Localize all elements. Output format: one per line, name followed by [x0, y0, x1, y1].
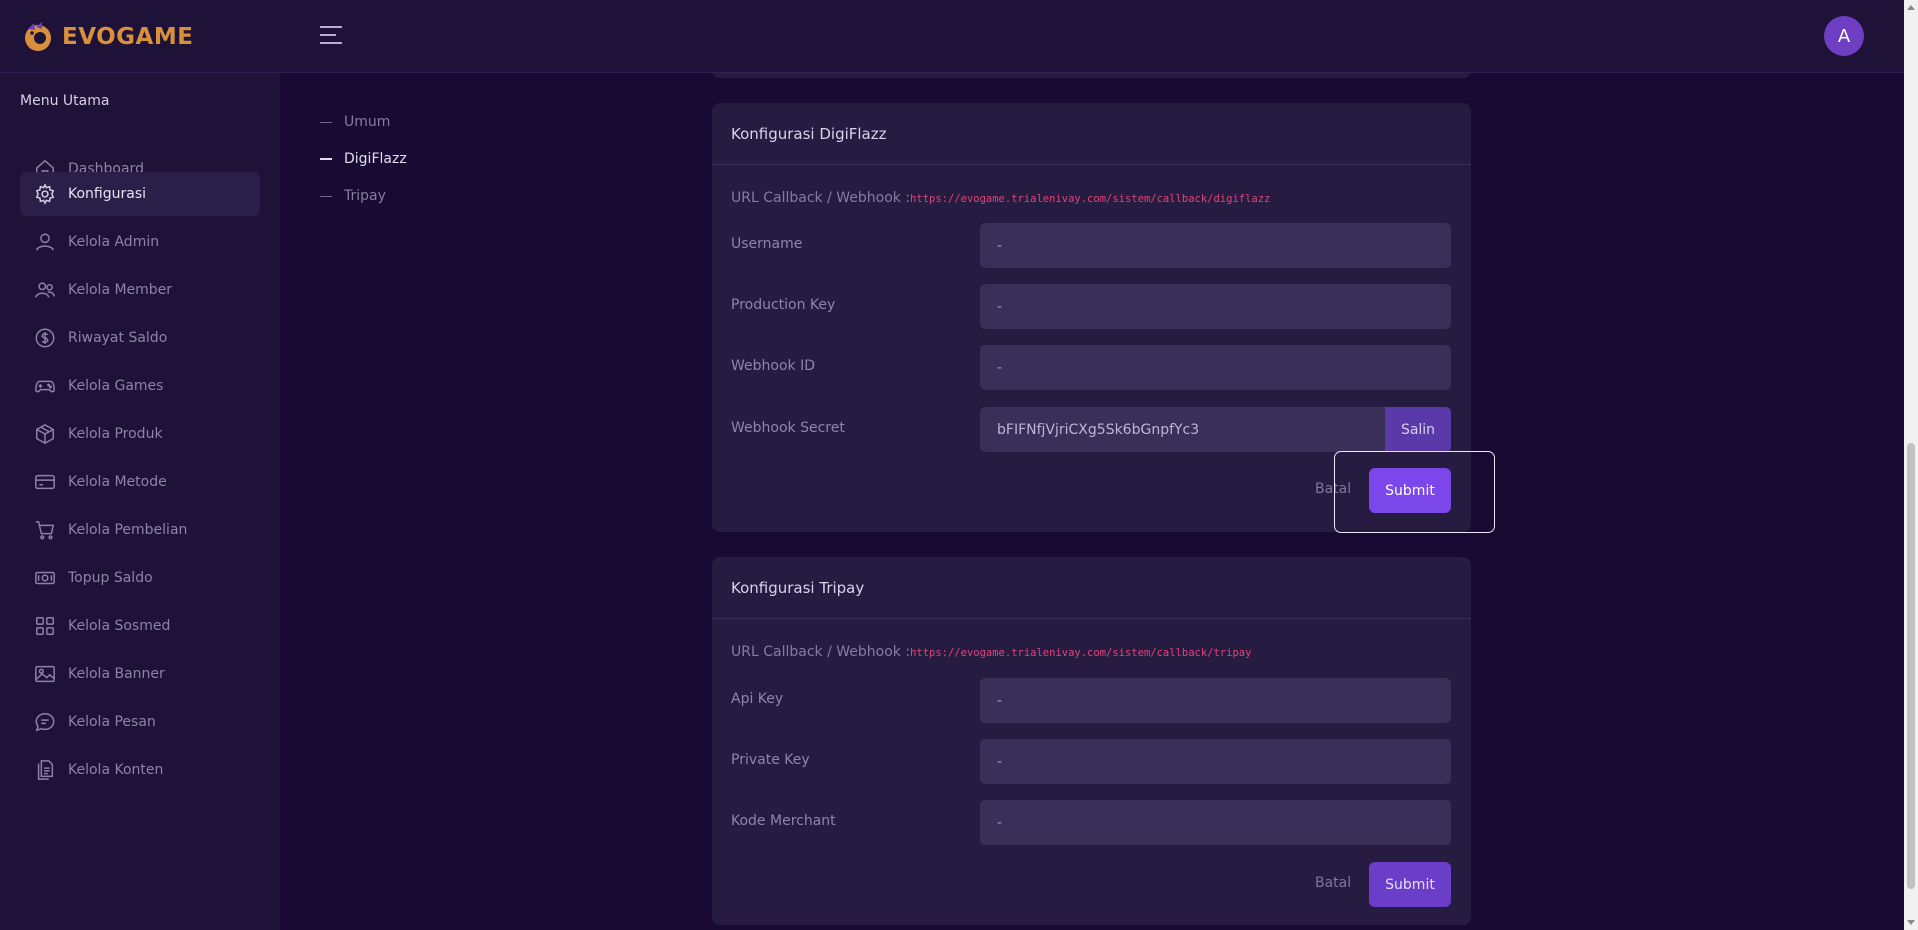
- form-row-api-key: Api Key: [731, 678, 1452, 723]
- webhook-id-input[interactable]: [980, 345, 1451, 390]
- anchor-link-digiflazz[interactable]: DigiFlazz: [320, 149, 407, 169]
- sidebar-item-kelola-pembelian[interactable]: Kelola Pembelian: [20, 508, 260, 552]
- sidebar-item-label: Konfigurasi: [68, 186, 147, 202]
- field-label: Username: [731, 236, 803, 252]
- digiflazz-config-card: Konfigurasi DigiFlazz URL Callback / Web…: [712, 103, 1471, 532]
- field-label: Private Key: [731, 752, 810, 768]
- field-label: Kode Merchant: [731, 813, 836, 829]
- field-label: Webhook ID: [731, 358, 815, 374]
- callback-url[interactable]: https://evogame.trialenivay.com/sistem/c…: [910, 193, 1270, 205]
- sidebar-item-konfigurasi[interactable]: Konfigurasi: [20, 172, 260, 216]
- sidebar-item-label: Topup Saldo: [68, 570, 153, 586]
- api-key-input[interactable]: [980, 678, 1451, 723]
- sidebar-item-topup-saldo[interactable]: Topup Saldo: [20, 556, 260, 600]
- sidebar-item-label: Kelola Metode: [68, 474, 167, 490]
- credit-card-icon: [34, 471, 56, 493]
- production-key-input[interactable]: [980, 284, 1451, 329]
- anchor-label: DigiFlazz: [344, 151, 407, 167]
- sidebar-item-kelola-konten[interactable]: Kelola Konten: [20, 748, 260, 792]
- field-label: Api Key: [731, 691, 784, 707]
- username-input[interactable]: [980, 223, 1451, 268]
- scroll-thumb[interactable]: [1907, 443, 1915, 889]
- tripay-config-card: Konfigurasi Tripay URL Callback / Webhoo…: [712, 557, 1471, 925]
- anchor-link-tripay[interactable]: Tripay: [320, 186, 386, 206]
- avatar[interactable]: A: [1824, 16, 1864, 56]
- sidebar-item-kelola-games[interactable]: Kelola Games: [20, 364, 260, 408]
- sidebar-item-kelola-admin[interactable]: Kelola Admin: [20, 220, 260, 264]
- page-scrollbar[interactable]: [1904, 0, 1918, 930]
- callback-url-row: URL Callback / Webhook :https://evogame.…: [731, 190, 1452, 206]
- dollar-circle-icon: [34, 327, 56, 349]
- url-label: URL Callback / Webhook :: [731, 644, 911, 660]
- webhook-secret-input[interactable]: [980, 407, 1385, 452]
- gamepad-icon: [34, 375, 56, 397]
- document-icon: [34, 759, 56, 781]
- sidebar-item-label: Kelola Pembelian: [68, 522, 188, 538]
- anchor-link-umum[interactable]: Umum: [320, 112, 390, 132]
- grid-icon: [34, 615, 56, 637]
- money-icon: [34, 567, 56, 589]
- cart-icon: [34, 519, 56, 541]
- callback-url[interactable]: https://evogame.trialenivay.com/sistem/c…: [910, 647, 1251, 659]
- sidebar-item-riwayat-saldo[interactable]: Riwayat Saldo: [20, 316, 260, 360]
- anchor-label: Tripay: [344, 188, 386, 204]
- form-row-webhook-secret: Webhook Secret Salin: [731, 407, 1452, 452]
- sidebar-item-kelola-member[interactable]: Kelola Member: [20, 268, 260, 312]
- sidebar-item-label: Kelola Produk: [68, 426, 163, 442]
- sidebar-item-kelola-metode[interactable]: Kelola Metode: [20, 460, 260, 504]
- form-row-private-key: Private Key: [731, 739, 1452, 784]
- sidebar-item-label: Kelola Games: [68, 378, 164, 394]
- sidebar-item-label: Kelola Member: [68, 282, 173, 298]
- sidebar-item-label: Kelola Pesan: [68, 714, 156, 730]
- sidebar-item-kelola-banner[interactable]: Kelola Banner: [20, 652, 260, 696]
- image-icon: [34, 663, 56, 685]
- cancel-button[interactable]: Batal: [1315, 481, 1351, 497]
- sidebar-item-label: Riwayat Saldo: [68, 330, 168, 346]
- brand-name: EVOGAME: [62, 24, 194, 50]
- sidebar-item-label: Kelola Admin: [68, 234, 160, 250]
- copy-button[interactable]: Salin: [1385, 407, 1451, 452]
- top-bar: EVOGAME A: [0, 0, 1904, 73]
- box-icon: [34, 423, 56, 445]
- sidebar-item-kelola-pesan[interactable]: Kelola Pesan: [20, 700, 260, 744]
- card-title: Konfigurasi Tripay: [712, 557, 1471, 619]
- users-icon: [34, 279, 56, 301]
- kode-merchant-input[interactable]: [980, 800, 1451, 845]
- field-label: Webhook Secret: [731, 420, 845, 436]
- dragon-logo-icon: [25, 22, 51, 51]
- sidebar-item-label: Kelola Sosmed: [68, 618, 171, 634]
- user-icon: [34, 231, 56, 253]
- cancel-button[interactable]: Batal: [1315, 875, 1351, 891]
- gear-icon: [34, 183, 56, 205]
- sidebar-item-kelola-produk[interactable]: Kelola Produk: [20, 412, 260, 456]
- form-row-kode-merchant: Kode Merchant: [731, 800, 1452, 845]
- submit-button[interactable]: Submit: [1369, 468, 1451, 513]
- callback-url-row: URL Callback / Webhook :https://evogame.…: [731, 644, 1452, 660]
- scroll-down-arrow-icon[interactable]: [1907, 920, 1915, 925]
- field-label: Production Key: [731, 297, 836, 313]
- sidebar-item-kelola-sosmed[interactable]: Kelola Sosmed: [20, 604, 260, 648]
- anchor-label: Umum: [344, 114, 391, 130]
- menu-title: Menu Utama: [20, 93, 110, 109]
- form-row-production-key: Production Key: [731, 284, 1452, 329]
- url-label: URL Callback / Webhook :: [731, 190, 911, 206]
- hamburger-icon[interactable]: [320, 26, 342, 46]
- sidebar-item-label: Kelola Konten: [68, 762, 164, 778]
- private-key-input[interactable]: [980, 739, 1451, 784]
- submit-button[interactable]: Submit: [1369, 862, 1451, 907]
- scroll-up-arrow-icon[interactable]: [1907, 5, 1915, 10]
- form-row-webhook-id: Webhook ID: [731, 345, 1452, 390]
- brand-logo[interactable]: EVOGAME: [22, 20, 193, 54]
- card-title: Konfigurasi DigiFlazz: [712, 103, 1471, 165]
- chat-icon: [34, 711, 56, 733]
- sidebar-item-label: Kelola Banner: [68, 666, 165, 682]
- form-row-username: Username: [731, 223, 1452, 268]
